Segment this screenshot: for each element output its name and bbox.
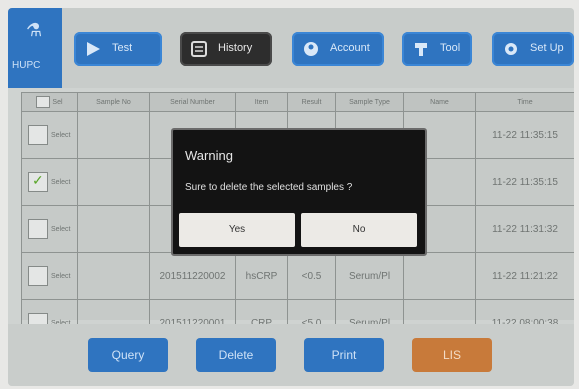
dialog-buttons: Yes No (179, 213, 419, 247)
no-button[interactable]: No (301, 213, 417, 247)
yes-button[interactable]: Yes (179, 213, 295, 247)
warning-dialog: Warning Sure to delete the selected samp… (171, 128, 427, 256)
dialog-message: Sure to delete the selected samples ? (185, 182, 353, 193)
dialog-title: Warning (185, 148, 233, 163)
modal-overlay: Warning Sure to delete the selected samp… (0, 0, 579, 389)
